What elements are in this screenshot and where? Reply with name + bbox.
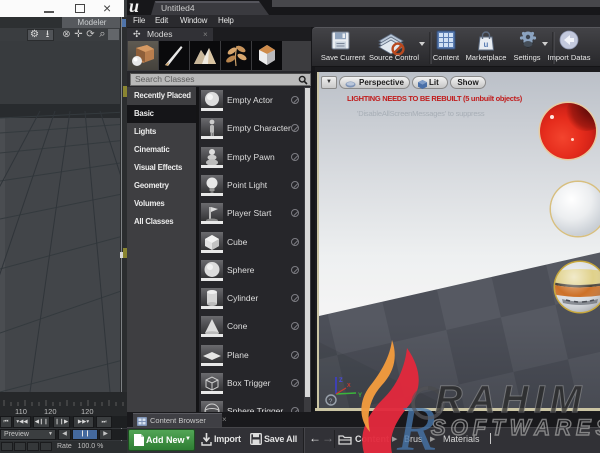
svg-text:SOFTWARES: SOFTWARES [431,415,600,440]
svg-text:110: 110 [15,407,27,416]
svg-text:Marketplace: Marketplace [466,53,507,62]
svg-text:Settings: Settings [513,53,540,62]
svg-text:Import Datas: Import Datas [548,53,591,62]
svg-text:Content: Content [433,53,460,62]
svg-text:120: 120 [44,407,57,416]
svg-text:R: R [396,393,436,453]
svg-text:Source Control: Source Control [369,53,419,62]
svg-text:u: u [484,40,489,49]
svg-text:120: 120 [81,407,94,416]
svg-text:Save Current: Save Current [321,53,366,62]
